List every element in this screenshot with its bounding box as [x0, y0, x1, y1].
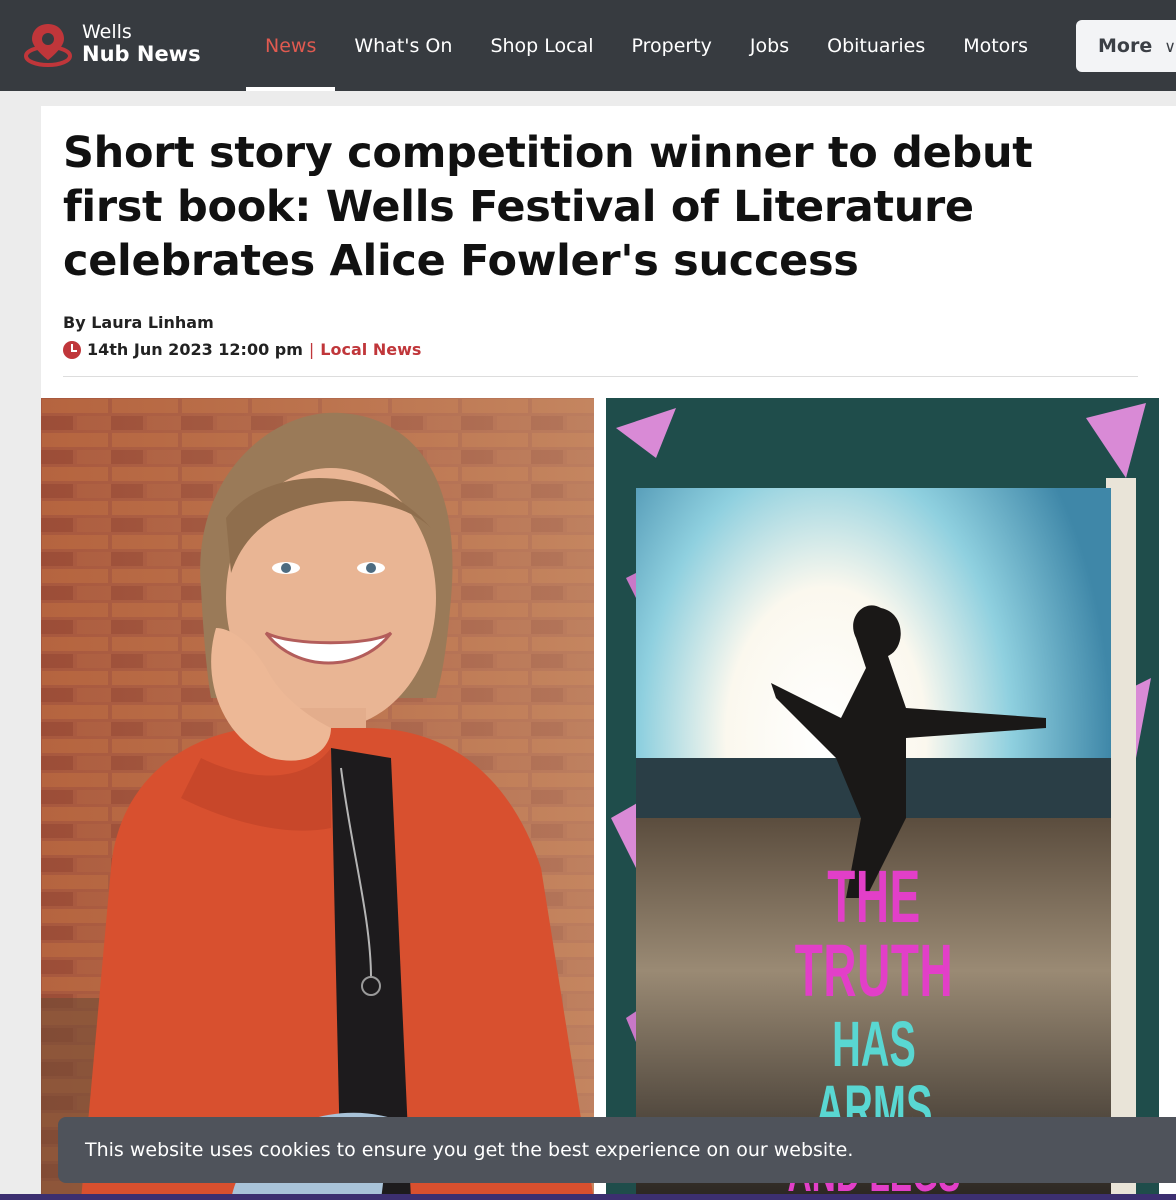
nav-item-obituaries[interactable]: Obituaries — [808, 0, 944, 91]
book-title-line1: THE TRUTH — [794, 855, 954, 1012]
more-menu-button[interactable]: More ∨ — [1076, 20, 1176, 72]
cookie-banner: This website uses cookies to ensure you … — [58, 1117, 1176, 1183]
nav-item-news[interactable]: News — [246, 0, 336, 91]
main-nav: News What's On Shop Local Property Jobs … — [246, 0, 1047, 91]
nav-item-jobs[interactable]: Jobs — [731, 0, 808, 91]
site-logo[interactable]: Wells Nub News — [24, 16, 201, 72]
map-pin-icon — [24, 20, 76, 68]
top-navigation-bar: Wells Nub News News What's On Shop Local… — [0, 0, 1176, 91]
article-date: 14th Jun 2023 12:00 pm — [87, 340, 303, 359]
author-photo — [41, 398, 594, 1200]
divider — [63, 376, 1138, 377]
meta-separator: | — [308, 340, 315, 359]
more-menu-label: More — [1098, 35, 1153, 57]
nav-item-property[interactable]: Property — [613, 0, 731, 91]
article-card: Short story competition winner to debut … — [41, 106, 1176, 1200]
site-name: Wells Nub News — [82, 21, 201, 66]
clock-icon — [63, 340, 81, 359]
nav-item-shop-local[interactable]: Shop Local — [471, 0, 612, 91]
article-meta: 14th Jun 2023 12:00 pm | Local News — [63, 340, 421, 359]
book-cover-image: THE TRUTH HAS ARMS AND LEGS — [606, 398, 1159, 1200]
nav-item-whats-on[interactable]: What's On — [335, 0, 471, 91]
bottom-strip — [0, 1194, 1176, 1200]
cookie-banner-text: This website uses cookies to ensure you … — [85, 1139, 854, 1161]
article-byline[interactable]: By Laura Linham — [63, 313, 214, 332]
site-name-title: Nub News — [82, 41, 201, 66]
article-category-link[interactable]: Local News — [320, 340, 421, 359]
nav-item-motors[interactable]: Motors — [944, 0, 1047, 91]
site-name-town: Wells — [82, 21, 132, 43]
chevron-down-icon: ∨ — [1164, 36, 1176, 56]
article-headline: Short story competition winner to debut … — [63, 128, 1033, 286]
